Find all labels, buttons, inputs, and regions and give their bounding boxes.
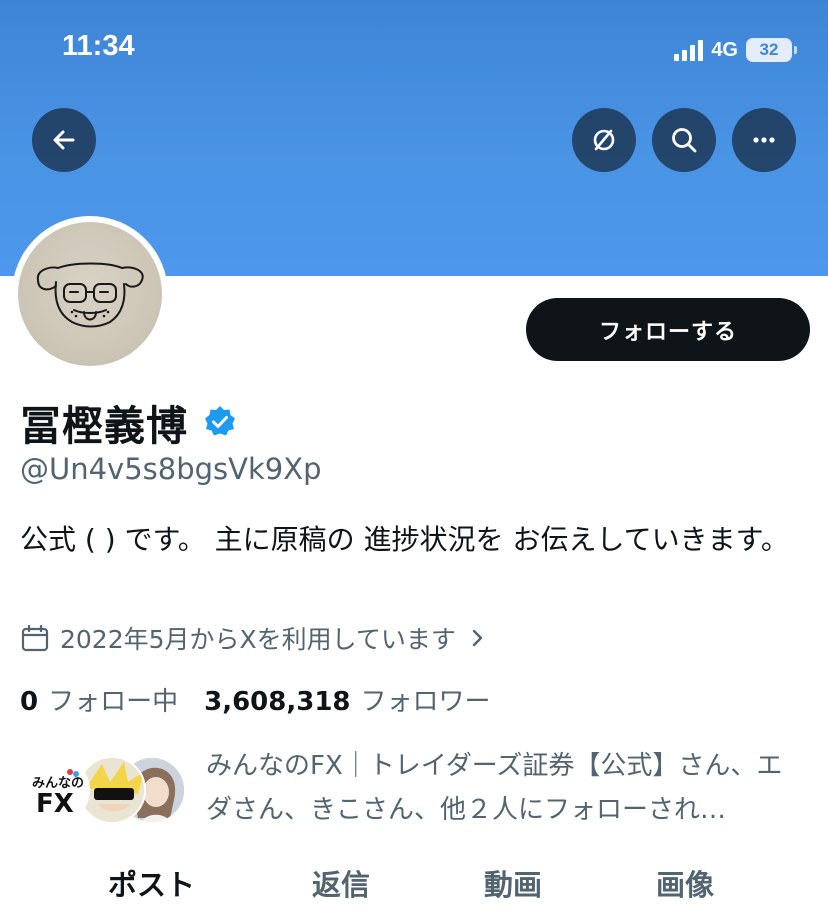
minnano-fx-logo: みんなの FX bbox=[24, 758, 88, 822]
tab-videos[interactable]: 動画 bbox=[484, 862, 542, 904]
network-type: 4G bbox=[711, 38, 738, 61]
avatar-image bbox=[18, 222, 162, 366]
following-count: 0 bbox=[20, 687, 39, 717]
followed-by-avatar[interactable]: みんなの FX bbox=[22, 756, 90, 824]
profile-avatar[interactable] bbox=[12, 216, 168, 372]
following-label: フォロー中 bbox=[48, 687, 179, 717]
calendar-icon bbox=[21, 624, 49, 652]
search-button[interactable] bbox=[652, 108, 716, 172]
grok-button[interactable] bbox=[572, 108, 636, 172]
follow-counts: 0 フォロー中 3,608,318 フォロワー bbox=[20, 681, 491, 718]
more-icon bbox=[753, 137, 775, 143]
handle: @Un4v5s8bgsVk9Xp bbox=[20, 452, 322, 486]
bio: 公式 ( ) です。 主に原稿の 進捗状況を お伝えしていきます。 bbox=[20, 523, 789, 556]
joined-text: 2022年5月からXを利用しています bbox=[60, 625, 456, 654]
battery-level: 32 bbox=[759, 40, 779, 59]
search-icon bbox=[672, 128, 697, 153]
signal-icon bbox=[674, 39, 704, 61]
verified-badge-icon[interactable] bbox=[202, 404, 238, 440]
followers-label: フォロワー bbox=[360, 687, 491, 717]
tab-replies[interactable]: 返信 bbox=[312, 862, 370, 904]
name-row: 冨樫義博 bbox=[20, 392, 238, 452]
back-button[interactable] bbox=[32, 108, 96, 172]
following-link[interactable]: 0 フォロー中 bbox=[20, 681, 178, 718]
profile-tabs: ポスト 返信 動画 画像 bbox=[0, 858, 828, 911]
followers-link[interactable]: 3,608,318 フォロワー bbox=[204, 681, 490, 718]
chevron-right-icon bbox=[472, 629, 483, 647]
dog-face-drawing bbox=[36, 262, 144, 328]
tab-images[interactable]: 画像 bbox=[656, 862, 714, 904]
status-indicators: 4G 32 bbox=[674, 36, 797, 64]
tab-posts[interactable]: ポスト bbox=[108, 862, 195, 904]
grok-icon bbox=[593, 129, 615, 151]
followers-count: 3,608,318 bbox=[204, 687, 351, 717]
battery-icon: 32 bbox=[746, 38, 797, 62]
status-time: 11:34 bbox=[62, 30, 135, 62]
more-button[interactable] bbox=[732, 108, 796, 172]
arrow-left-icon bbox=[53, 130, 75, 150]
joined-row[interactable]: 2022年5月からXを利用しています bbox=[20, 620, 488, 656]
display-name: 冨樫義博 bbox=[20, 402, 188, 450]
svg-text:FX: FX bbox=[36, 789, 74, 819]
followed-by-text[interactable]: みんなのFX｜トレイダーズ証券【公式】さん、エダさん、きこさん、他２人にフォロー… bbox=[206, 744, 806, 832]
follow-button[interactable]: フォローする bbox=[526, 298, 810, 361]
